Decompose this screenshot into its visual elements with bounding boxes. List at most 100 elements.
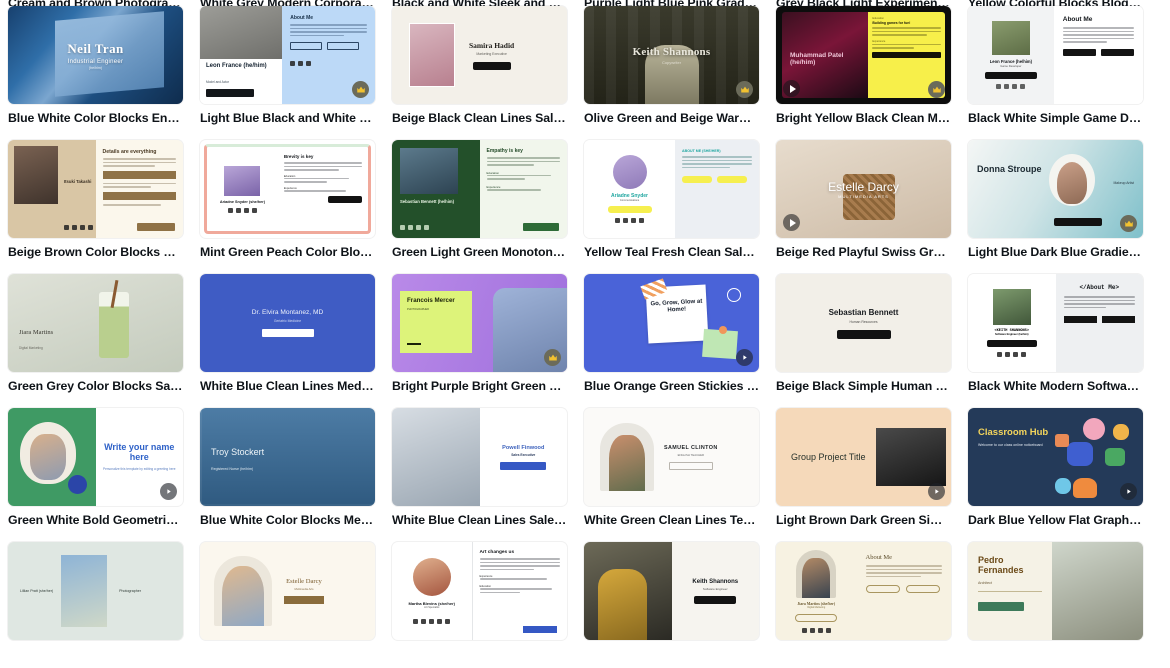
thumb-keith-shannons-photo[interactable]: Keith Shannons Software Engineer: [584, 542, 759, 640]
template-card-white-green-clean-lines-teacher[interactable]: SAMUEL CLINTON ENGLISH TEACHER White Gre…: [584, 408, 759, 528]
template-thumbnail[interactable]: Samira Hadid Marketing Executive: [392, 6, 567, 104]
template-thumbnail[interactable]: Sebastian Bennett Human Resources: [776, 274, 951, 372]
thumb-sebastian-beige[interactable]: Sebastian Bennett Human Resources: [776, 274, 951, 372]
template-card-green-light-green-monotone-hr[interactable]: Sebastian Bennett (he/him) Empathy is ke…: [392, 140, 567, 260]
template-card-light-brown-dark-green-simple-photo[interactable]: Group Project Title Light Brown Dark Gre…: [776, 408, 951, 528]
thumb-neil-tran[interactable]: Neil Tran Industrial Engineer (he/him): [8, 6, 183, 104]
thumb-write-your-name[interactable]: Write your name here Personalize this te…: [8, 408, 183, 506]
template-thumbnail[interactable]: Leon France (he/him) Game Developer Abou…: [968, 6, 1143, 104]
template-thumbnail[interactable]: Go, Grow, Glow at Home!: [584, 274, 759, 372]
thumb-estelle-darcy-basket[interactable]: Estelle Darcy MULTIMEDIA ARTS: [776, 140, 951, 238]
template-card-beige-black-simple-human-resources[interactable]: Sebastian Bennett Human Resources Beige …: [776, 274, 951, 394]
template-thumbnail[interactable]: Ariadne Snyder (she/her) Brevity is key …: [200, 140, 375, 238]
thumb-ariadne-yellow-teal[interactable]: Ariadne Snyder Communications ABOUT ME (…: [584, 140, 759, 238]
template-card-yellow-teal-fresh-clean-sales[interactable]: Ariadne Snyder Communications ABOUT ME (…: [584, 140, 759, 260]
template-thumbnail[interactable]: Sebastian Bennett (he/him) Empathy is ke…: [392, 140, 567, 238]
play-icon[interactable]: [783, 214, 800, 231]
thumb-leon-game-dev[interactable]: Leon France (he/him) Game Developer Abou…: [968, 6, 1143, 104]
template-thumbnail[interactable]: Troy Stockert Registered Nurse (he/him): [200, 408, 375, 506]
thumb-francois-mercer[interactable]: Francois Mercer PHOTOGRAPHER: [392, 274, 567, 372]
template-thumbnail[interactable]: Jiara Martins (she/her) Digital Marketin…: [776, 542, 951, 640]
template-thumbnail[interactable]: Muhammad Patel (he/him) Education Buildi…: [776, 6, 951, 104]
template-thumbnail[interactable]: Estelle Darcy Multimedia Arts: [200, 542, 375, 640]
decorative-blob: [1055, 434, 1069, 447]
template-thumbnail[interactable]: Pedro Fernandes Architect: [968, 542, 1143, 640]
template-card-blue-white-color-blocks-engineer[interactable]: Neil Tran Industrial Engineer (he/him) B…: [8, 6, 183, 126]
thumb-classroom-hub[interactable]: Classroom Hub Welcome to our class onlin…: [968, 408, 1143, 506]
template-card-lillian-pratt[interactable]: Lillian Pratt (she/her) Photographer: [8, 542, 183, 640]
template-card-beige-black-clean-lines-sales[interactable]: Samira Hadid Marketing Executive Beige B…: [392, 6, 567, 126]
template-card-black-white-simple-game-developer[interactable]: Leon France (he/him) Game Developer Abou…: [968, 6, 1143, 126]
template-thumbnail[interactable]: Leon France (he/him) Model and Actor Abo…: [200, 6, 375, 104]
template-card-mint-green-peach-color-blocks[interactable]: Ariadne Snyder (she/her) Brevity is key …: [200, 140, 375, 260]
play-icon[interactable]: [783, 80, 800, 97]
template-card-light-blue-dark-blue-gradients[interactable]: Donna Stroupe Makeup Artist Light Blue D…: [968, 140, 1143, 260]
thumb-group-project[interactable]: Group Project Title: [776, 408, 951, 506]
template-card-keith-shannons-photo[interactable]: Keith Shannons Software Engineer: [584, 542, 759, 640]
template-thumbnail[interactable]: Classroom Hub Welcome to our class onlin…: [968, 408, 1143, 506]
thumb-donna-stroupe[interactable]: Donna Stroupe Makeup Artist: [968, 140, 1143, 238]
thumb-leon-france[interactable]: Leon France (he/him) Model and Actor Abo…: [200, 6, 375, 104]
thumb-name: Keith Shannons: [692, 578, 739, 585]
template-thumbnail[interactable]: Keith Shannons Copywriter: [584, 6, 759, 104]
template-card-white-blue-clean-lines-sales[interactable]: Powell Finwood Sales Executive White Blu…: [392, 408, 567, 528]
template-thumbnail[interactable]: Write your name here Personalize this te…: [8, 408, 183, 506]
template-thumbnail[interactable]: Dr. Elvira Montanez, MD Geriatric Medici…: [200, 274, 375, 372]
template-card-beige-brown-color-blocks-fashion[interactable]: Itsuki Takashi Details are everything Be…: [8, 140, 183, 260]
template-card-light-blue-black-white-clean[interactable]: Leon France (he/him) Model and Actor Abo…: [200, 6, 375, 126]
template-card-jiara-about-me[interactable]: Jiara Martins (she/her) Digital Marketin…: [776, 542, 951, 640]
template-thumbnail[interactable]: <KEITH SHANNONS> Software Engineer (he/h…: [968, 274, 1143, 372]
thumb-pedro-fernandes[interactable]: Pedro Fernandes Architect: [968, 542, 1143, 640]
thumb-sebastian-green[interactable]: Sebastian Bennett (he/him) Empathy is ke…: [392, 140, 567, 238]
thumb-jiara-about-me[interactable]: Jiara Martins (she/her) Digital Marketin…: [776, 542, 951, 640]
thumb-right-panel: Keith Shannons Software Engineer: [672, 542, 760, 640]
template-card-dark-blue-yellow-flat-graphic-classroom[interactable]: Classroom Hub Welcome to our class onlin…: [968, 408, 1143, 528]
template-card-green-white-bold-geometric-teacher[interactable]: Write your name here Personalize this te…: [8, 408, 183, 528]
template-card-green-grey-color-blocks-sales[interactable]: Jiara Martins Digital Marketing Green Gr…: [8, 274, 183, 394]
template-thumbnail[interactable]: Donna Stroupe Makeup Artist: [968, 140, 1143, 238]
thumb-keith-software[interactable]: <KEITH SHANNONS> Software Engineer (he/h…: [968, 274, 1143, 372]
template-thumbnail[interactable]: Lillian Pratt (she/her) Photographer: [8, 542, 183, 640]
template-thumbnail[interactable]: Neil Tran Industrial Engineer (he/him): [8, 6, 183, 104]
template-card-black-white-modern-software-engineer[interactable]: <KEITH SHANNONS> Software Engineer (he/h…: [968, 274, 1143, 394]
thumb-elvira-montanez[interactable]: Dr. Elvira Montanez, MD Geriatric Medici…: [200, 274, 375, 372]
thumb-samira-hadid[interactable]: Samira Hadid Marketing Executive: [392, 6, 567, 104]
thumb-itsuki-takashi[interactable]: Itsuki Takashi Details are everything: [8, 140, 183, 238]
thumb-left-panel: Jiara Martins (she/her) Digital Marketin…: [776, 542, 857, 640]
thumb-jiara-matcha[interactable]: Jiara Martins Digital Marketing: [8, 274, 183, 372]
decorative-blob: [1067, 442, 1093, 466]
thumb-troy-stockert[interactable]: Troy Stockert Registered Nurse (he/him): [200, 408, 375, 506]
thumb-keith-shannons[interactable]: Keith Shannons Copywriter: [584, 6, 759, 104]
template-card-label: Black White Modern Software Eng...: [968, 379, 1143, 393]
template-card-blue-orange-green-stickies[interactable]: Go, Grow, Glow at Home! Blue Orange Gree…: [584, 274, 759, 394]
template-card-pedro-fernandes[interactable]: Pedro Fernandes Architect: [968, 542, 1143, 640]
thumb-muhammad-patel[interactable]: Muhammad Patel (he/him) Education Buildi…: [776, 6, 951, 104]
social-icons: [801, 627, 831, 633]
template-card-bright-purple-bright-green-friendly[interactable]: Francois Mercer PHOTOGRAPHER Bright Purp…: [392, 274, 567, 394]
template-thumbnail[interactable]: Martha Blevins (she/her) Art Specialist …: [392, 542, 567, 640]
thumb-ariadne-mint[interactable]: Ariadne Snyder (she/her) Brevity is key …: [200, 140, 375, 238]
template-thumbnail[interactable]: Ariadne Snyder Communications ABOUT ME (…: [584, 140, 759, 238]
template-thumbnail[interactable]: Group Project Title: [776, 408, 951, 506]
thumb-powell-finwood[interactable]: Powell Finwood Sales Executive: [392, 408, 567, 506]
template-card-bright-yellow-black-clean-minimal[interactable]: Muhammad Patel (he/him) Education Buildi…: [776, 6, 951, 126]
template-thumbnail[interactable]: Jiara Martins Digital Marketing: [8, 274, 183, 372]
thumb-cta-button: [607, 206, 652, 213]
template-card-blue-white-color-blocks-medicine[interactable]: Troy Stockert Registered Nurse (he/him) …: [200, 408, 375, 528]
template-card-martha-blevins[interactable]: Martha Blevins (she/her) Art Specialist …: [392, 542, 567, 640]
template-thumbnail[interactable]: SAMUEL CLINTON ENGLISH TEACHER: [584, 408, 759, 506]
template-card-estelle-darcy-brown[interactable]: Estelle Darcy Multimedia Arts: [200, 542, 375, 640]
thumb-lillian-pratt[interactable]: Lillian Pratt (she/her) Photographer: [8, 542, 183, 640]
template-thumbnail[interactable]: Estelle Darcy MULTIMEDIA ARTS: [776, 140, 951, 238]
template-thumbnail[interactable]: Powell Finwood Sales Executive: [392, 408, 567, 506]
template-thumbnail[interactable]: Keith Shannons Software Engineer: [584, 542, 759, 640]
template-card-olive-green-beige-warm-neutral[interactable]: Keith Shannons Copywriter Olive Green an…: [584, 6, 759, 126]
thumb-stickies[interactable]: Go, Grow, Glow at Home!: [584, 274, 759, 372]
template-thumbnail[interactable]: Francois Mercer PHOTOGRAPHER: [392, 274, 567, 372]
template-card-beige-red-playful-swiss[interactable]: Estelle Darcy MULTIMEDIA ARTS Beige Red …: [776, 140, 951, 260]
thumb-estelle-darcy-brown[interactable]: Estelle Darcy Multimedia Arts: [200, 542, 375, 640]
thumb-samuel-clinton[interactable]: SAMUEL CLINTON ENGLISH TEACHER: [584, 408, 759, 506]
template-thumbnail[interactable]: Itsuki Takashi Details are everything: [8, 140, 183, 238]
thumb-martha-blevins[interactable]: Martha Blevins (she/her) Art Specialist …: [392, 542, 567, 640]
template-card-white-blue-clean-lines-medicine[interactable]: Dr. Elvira Montanez, MD Geriatric Medici…: [200, 274, 375, 394]
